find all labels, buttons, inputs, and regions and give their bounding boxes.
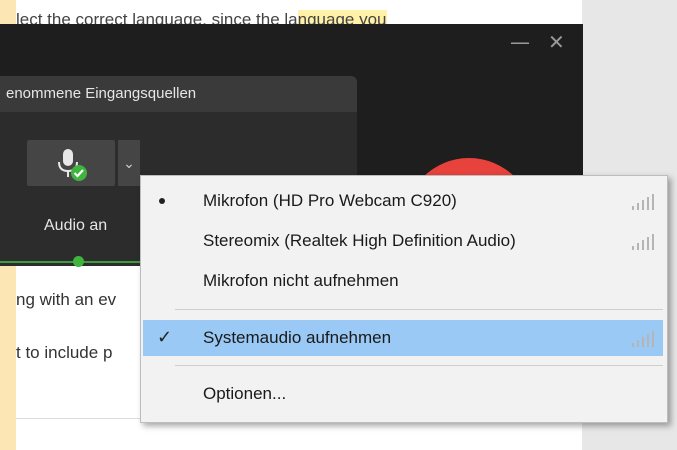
microphone-check-icon: [58, 149, 87, 181]
menu-item-webcam-microphone[interactable]: Mikrofon (HD Pro Webcam C920): [143, 183, 663, 219]
selected-bullet-icon: [159, 198, 165, 204]
input-sources-title: enommene Eingangsquellen: [0, 76, 357, 112]
menu-item-stereomix[interactable]: Stereomix (Realtek High Definition Audio…: [143, 223, 663, 259]
menu-item-label: Systemaudio aufnehmen: [203, 328, 392, 347]
minimize-button[interactable]: —: [510, 32, 530, 52]
menu-item-label: Optionen...: [203, 384, 287, 403]
signal-strength-icon: [632, 234, 658, 250]
close-button[interactable]: ✕: [548, 32, 565, 52]
signal-strength-icon: [632, 194, 658, 210]
audio-toggle-button[interactable]: [27, 140, 115, 186]
menu-item-options[interactable]: Optionen...: [143, 376, 663, 412]
audio-toggle-label: Audio an: [44, 217, 108, 234]
menu-item-label: Stereomix (Realtek High Definition Audio…: [203, 231, 516, 250]
menu-item-system-audio[interactable]: ✓ Systemaudio aufnehmen: [143, 320, 663, 356]
document-text-line-2: t to include p: [16, 343, 113, 362]
menu-separator: [175, 309, 663, 310]
signal-strength-icon: [632, 331, 658, 347]
audio-dropdown-button[interactable]: ⌄: [118, 140, 140, 186]
menu-item-label: Mikrofon (HD Pro Webcam C920): [203, 191, 457, 210]
menu-item-no-microphone[interactable]: Mikrofon nicht aufnehmen: [143, 263, 663, 299]
menu-separator: [175, 365, 663, 366]
checkmark-icon: ✓: [157, 327, 173, 348]
audio-level-dot: [73, 256, 84, 267]
menu-item-label: Mikrofon nicht aufnehmen: [203, 271, 399, 290]
audio-source-menu: Mikrofon (HD Pro Webcam C920) Stereomix …: [140, 175, 668, 423]
document-text-line-1: ng with an ev: [16, 290, 117, 309]
